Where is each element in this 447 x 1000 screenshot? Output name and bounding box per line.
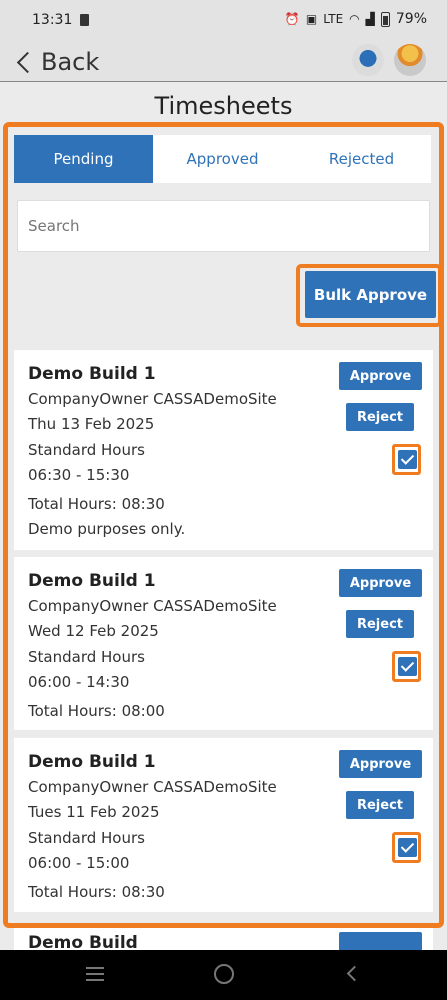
card-total-hours: Total Hours: 08:00 bbox=[28, 702, 165, 720]
select-checkbox-highlight bbox=[392, 651, 421, 682]
card-date: Thu 13 Feb 2025 bbox=[28, 415, 155, 433]
card-company: CompanyOwner CASSADemoSite bbox=[28, 778, 277, 796]
recent-apps-icon[interactable] bbox=[86, 967, 104, 981]
select-checkbox-highlight bbox=[392, 444, 421, 475]
network-label: LTE bbox=[323, 12, 344, 26]
approve-button[interactable] bbox=[339, 932, 422, 950]
card-note: Demo purposes only. bbox=[28, 520, 186, 538]
signal-icon: ▟ bbox=[365, 12, 375, 26]
wifi-icon: ◠ bbox=[349, 12, 360, 26]
home-icon[interactable] bbox=[214, 964, 234, 984]
reject-button[interactable]: Reject bbox=[346, 791, 414, 819]
battery-icon bbox=[380, 11, 390, 27]
timesheet-card: Demo Build 1 CompanyOwner CASSADemoSite … bbox=[14, 557, 433, 730]
timesheet-card: Demo Build 1 CompanyOwner CASSADemoSite … bbox=[14, 350, 433, 550]
chevron-left-icon bbox=[16, 51, 39, 73]
card-title: Demo Build bbox=[28, 933, 138, 950]
select-checkbox[interactable] bbox=[398, 657, 417, 676]
back-nav-icon[interactable] bbox=[346, 965, 363, 982]
card-time-range: 06:00 - 14:30 bbox=[28, 673, 130, 691]
card-company: CompanyOwner CASSADemoSite bbox=[28, 390, 277, 408]
card-total-hours: Total Hours: 08:30 bbox=[28, 883, 165, 901]
status-bar: 13:31 ⏰ ▣ LTE ◠ ▟ 79% bbox=[0, 0, 447, 40]
search-input[interactable] bbox=[17, 200, 430, 252]
tab-pending[interactable]: Pending bbox=[14, 135, 153, 183]
card-time-range: 06:00 - 15:00 bbox=[28, 854, 130, 872]
bulk-approve-button[interactable]: Bulk Approve bbox=[305, 271, 436, 318]
tab-approved[interactable]: Approved bbox=[153, 135, 292, 183]
card-date: Tues 11 Feb 2025 bbox=[28, 803, 160, 821]
status-time: 13:31 bbox=[32, 12, 73, 28]
select-checkbox[interactable] bbox=[398, 450, 417, 469]
card-title: Demo Build 1 bbox=[28, 571, 156, 591]
back-label: Back bbox=[41, 48, 100, 76]
approve-button[interactable]: Approve bbox=[339, 569, 422, 597]
company-logo-avatar[interactable] bbox=[352, 44, 384, 76]
sim-icon bbox=[80, 14, 89, 26]
back-button[interactable]: Back bbox=[14, 48, 99, 76]
cast-icon: ▣ bbox=[305, 12, 318, 26]
card-total-hours: Total Hours: 08:30 bbox=[28, 495, 165, 513]
app-header: Back bbox=[0, 40, 447, 82]
approve-button[interactable]: Approve bbox=[339, 750, 422, 778]
page-title: Timesheets bbox=[154, 92, 293, 120]
approve-button[interactable]: Approve bbox=[339, 362, 422, 390]
user-avatar[interactable] bbox=[394, 44, 426, 76]
select-checkbox[interactable] bbox=[398, 838, 417, 857]
card-company: CompanyOwner CASSADemoSite bbox=[28, 597, 277, 615]
card-hours-type: Standard Hours bbox=[28, 441, 145, 459]
tab-rejected[interactable]: Rejected bbox=[292, 135, 431, 183]
card-time-range: 06:30 - 15:30 bbox=[28, 466, 130, 484]
reject-button[interactable]: Reject bbox=[346, 610, 414, 638]
select-checkbox-highlight bbox=[392, 832, 421, 863]
card-title: Demo Build 1 bbox=[28, 364, 156, 384]
battery-percent: 79% bbox=[395, 11, 427, 27]
status-tabs: Pending Approved Rejected bbox=[14, 135, 431, 183]
card-hours-type: Standard Hours bbox=[28, 829, 145, 847]
status-icons: ⏰ ▣ LTE ◠ ▟ 79% bbox=[285, 11, 427, 27]
card-hours-type: Standard Hours bbox=[28, 648, 145, 666]
timesheet-card-partial: Demo Build bbox=[14, 928, 433, 950]
card-date: Wed 12 Feb 2025 bbox=[28, 622, 159, 640]
app-screen: 13:31 ⏰ ▣ LTE ◠ ▟ 79% Back Timesheets Pe… bbox=[0, 0, 447, 950]
system-nav-bar bbox=[0, 950, 447, 1000]
card-title: Demo Build 1 bbox=[28, 752, 156, 772]
timesheet-card: Demo Build 1 CompanyOwner CASSADemoSite … bbox=[14, 738, 433, 912]
reject-button[interactable]: Reject bbox=[346, 403, 414, 431]
alarm-icon: ⏰ bbox=[284, 12, 300, 26]
